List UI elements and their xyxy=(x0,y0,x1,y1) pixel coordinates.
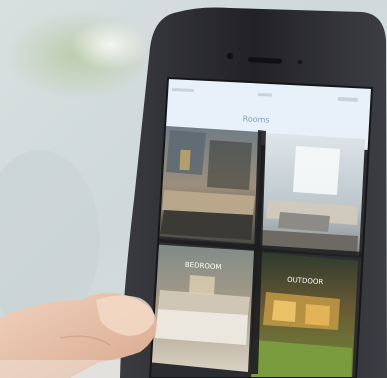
tile-kitchen[interactable] xyxy=(158,126,262,244)
phone-screen: Rooms BEDROOM OUTDOOR xyxy=(148,78,372,378)
nav-title: Rooms xyxy=(242,114,269,124)
tile-bedroom[interactable]: BEDROOM xyxy=(148,242,254,372)
tile-living-room[interactable] xyxy=(260,133,365,256)
background-blur-light xyxy=(70,20,150,70)
front-camera-icon xyxy=(226,52,234,60)
clock-icon xyxy=(257,93,272,97)
photo: Rooms BEDROOM OUTDOOR xyxy=(0,0,387,378)
sensor-icon xyxy=(297,59,303,65)
tile-outdoor[interactable]: OUTDOOR xyxy=(250,252,358,378)
scene-svg: Rooms BEDROOM OUTDOOR xyxy=(0,0,387,378)
